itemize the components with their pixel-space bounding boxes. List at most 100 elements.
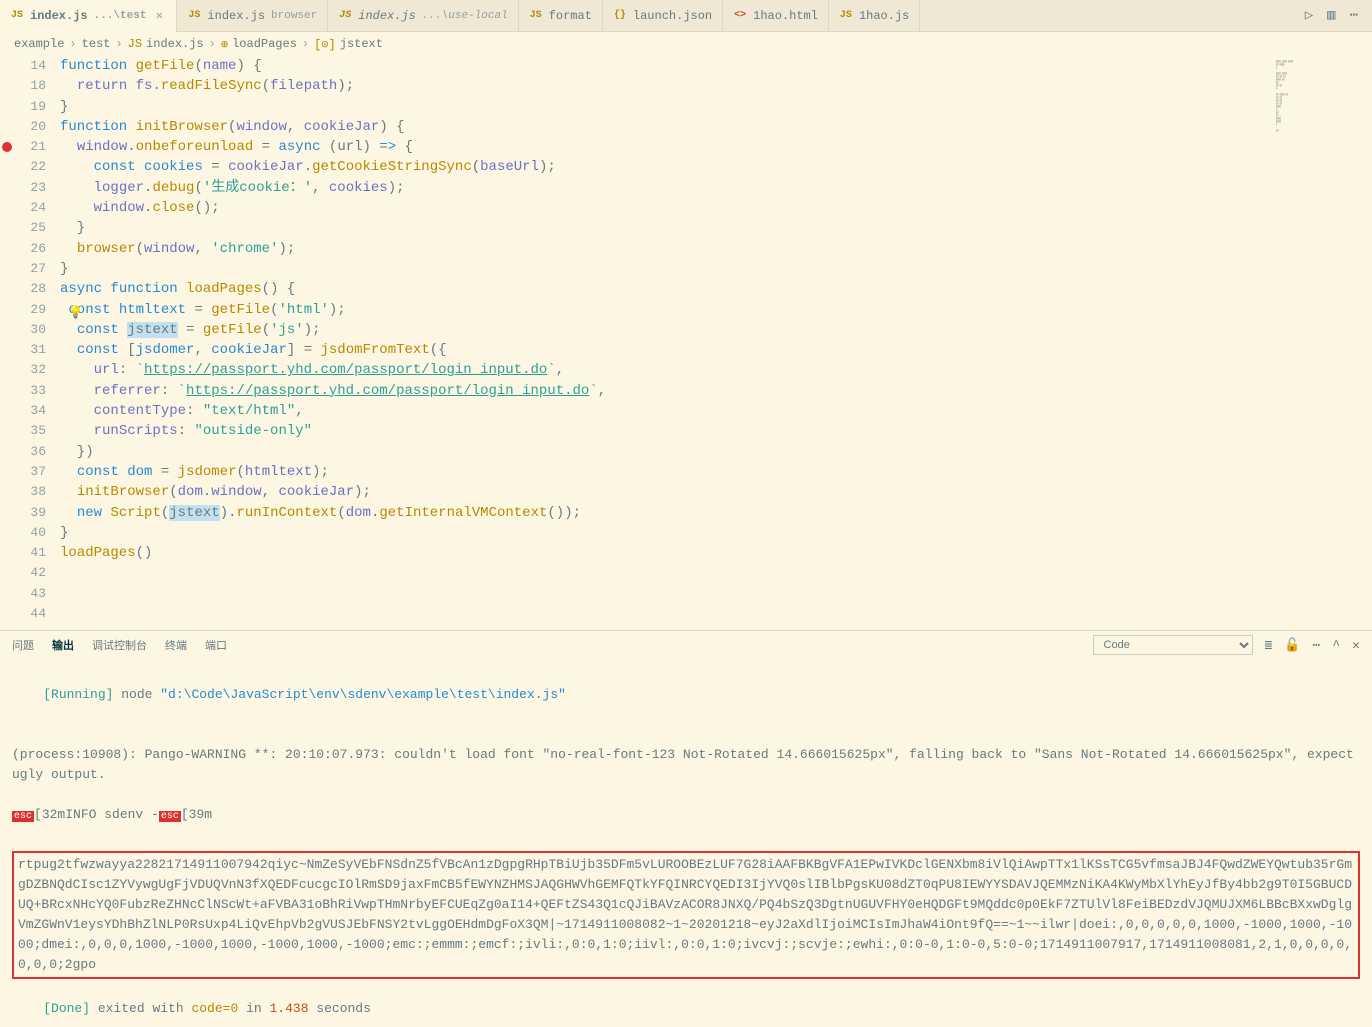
tab-path: browser [271,10,317,22]
output-channel-select[interactable]: Code [1093,635,1253,655]
code-line[interactable]: const cookies = cookieJar.getCookieStrin… [60,157,1372,177]
code-line[interactable]: runScripts: "outside-only" [60,421,1372,441]
chevron-up-icon[interactable]: ^ [1332,638,1340,653]
code-line[interactable]: new Script(jstext).runInContext(dom.getI… [60,503,1372,523]
line-number[interactable]: 19 [14,97,46,117]
filter-icon[interactable]: ≣ [1265,638,1273,653]
line-number[interactable]: 20 [14,117,46,137]
editor-tab[interactable]: JSformat [519,0,603,32]
editor-tab[interactable]: JSindex.js...\test✕ [0,0,177,32]
code-line[interactable]: initBrowser(dom.window, cookieJar); [60,482,1372,502]
line-number[interactable]: 29 [14,300,46,320]
warning-text: (process:10908): Pango-WARNING **: 20:10… [12,747,1362,782]
code-line[interactable]: window.onbeforeunload = async (url) => { [60,137,1372,157]
line-number[interactable]: 24 [14,198,46,218]
code-line[interactable]: }) [60,442,1372,462]
breadcrumb-item[interactable]: [⊙]jstext [314,37,383,52]
panel-tab-problems[interactable]: 问题 [12,637,34,653]
line-number[interactable]: 37 [14,462,46,482]
lightbulb-icon[interactable]: 💡 [68,303,83,323]
line-number[interactable]: 40 [14,523,46,543]
line-number[interactable]: 35 [14,421,46,441]
editor-tab[interactable]: <>1hao.html [723,0,829,32]
line-number[interactable]: 33 [14,381,46,401]
line-number[interactable]: 18 [14,76,46,96]
code-line[interactable]: logger.debug('生成cookie：', cookies); [60,178,1372,198]
chevron-right-icon: › [115,37,122,51]
line-number[interactable]: 27 [14,259,46,279]
output-highlighted-box: rtpug2tfwzwayya22821714911007942qiyc~NmZ… [12,851,1360,979]
code-line[interactable]: } [60,259,1372,279]
code-line[interactable]: loadPages() [60,543,1372,563]
editor[interactable]: 1418192021222324252627282930313233343536… [0,56,1372,630]
code-line[interactable]: referrer: `https://passport.yhd.com/pass… [60,381,1372,401]
line-number[interactable]: 36 [14,442,46,462]
tab-label: index.js [358,9,416,23]
code-line[interactable]: const jstext = getFile('js'); [60,320,1372,340]
editor-tab[interactable]: JSindex.js...\use-local [328,0,518,32]
breadcrumb-item[interactable]: ⊕loadPages [221,37,297,52]
line-number-gutter[interactable]: 1418192021222324252627282930313233343536… [14,56,60,630]
breadcrumb-item[interactable]: test [82,37,111,51]
code-line[interactable]: } [60,523,1372,543]
line-number[interactable]: 31 [14,340,46,360]
line-number[interactable]: 44 [14,604,46,624]
line-number[interactable]: 30 [14,320,46,340]
line-number[interactable]: 32 [14,360,46,380]
code-line[interactable]: function initBrowser(window, cookieJar) … [60,117,1372,137]
code-line[interactable]: } [60,218,1372,238]
chevron-right-icon: › [69,37,76,51]
code-line[interactable]: const dom = jsdomer(htmltext); [60,462,1372,482]
code-line[interactable]: async function loadPages() { [60,279,1372,299]
lock-icon[interactable]: 🔓 [1284,638,1300,653]
close-icon[interactable]: ✕ [1352,638,1360,653]
line-number[interactable]: 14 [14,56,46,76]
line-number[interactable]: 22 [14,157,46,177]
line-number[interactable]: 43 [14,584,46,604]
split-icon[interactable]: ▥ [1327,7,1335,24]
file-icon: JS [338,9,352,23]
editor-tab[interactable]: JSindex.jsbrowser [177,0,328,32]
editor-tab[interactable]: {}launch.json [603,0,723,32]
panel-tab-ports[interactable]: 端口 [205,637,227,653]
minimap-lines: ████ ████ ██████ █████████ ██████ ██ ███… [1272,56,1372,136]
breadcrumb-item[interactable]: example [14,37,64,51]
code-line[interactable]: const [jsdomer, cookieJar] = jsdomFromTe… [60,340,1372,360]
code-line[interactable]: browser(window, 'chrome'); [60,239,1372,259]
code-line[interactable]: url: `https://passport.yhd.com/passport/… [60,360,1372,380]
editor-tab[interactable]: JS1hao.js [829,0,920,32]
run-icon[interactable]: ▷ [1305,7,1313,24]
line-number[interactable]: 26 [14,239,46,259]
file-icon: JS [529,9,543,23]
line-number[interactable]: 25 [14,218,46,238]
minimap[interactable]: ████ ████ ██████ █████████ ██████ ██ ███… [1272,56,1372,630]
code-line[interactable]: return fs.readFileSync(filepath); [60,76,1372,96]
line-number[interactable]: 23 [14,178,46,198]
breakpoint-gutter[interactable] [0,56,14,630]
code-line[interactable]: window.close(); [60,198,1372,218]
line-number[interactable]: 41 [14,543,46,563]
code-area[interactable]: function getFile(name) { return fs.readF… [60,56,1372,630]
code-line[interactable]: function getFile(name) { [60,56,1372,76]
line-number[interactable]: 39 [14,503,46,523]
panel-tab-terminal[interactable]: 终端 [165,637,187,653]
line-number[interactable]: 34 [14,401,46,421]
line-number[interactable]: 38 [14,482,46,502]
breakpoint-icon[interactable] [2,142,12,152]
panel-tab-output[interactable]: 输出 [52,637,74,653]
more-icon[interactable]: ⋯ [1350,7,1358,24]
breadcrumb-item[interactable]: JSindex.js [128,37,204,51]
bottom-panel: 问题 输出 调试控制台 终端 端口 Code ≣ 🔓 ⋯ ^ ✕ [Runnin… [0,630,1372,1027]
line-number[interactable]: 42 [14,563,46,583]
output-body[interactable]: [Running] node "d:\Code\JavaScript\env\s… [0,659,1372,1027]
line-number[interactable]: 28 [14,279,46,299]
code-line[interactable]: 💡 const htmltext = getFile('html'); [60,300,1372,320]
tab-label: 1hao.js [859,9,909,23]
panel-tab-debug[interactable]: 调试控制台 [92,637,147,653]
close-icon[interactable]: ✕ [152,9,166,23]
more-icon[interactable]: ⋯ [1313,638,1321,653]
code-line[interactable]: contentType: "text/html", [60,401,1372,421]
code-line[interactable]: } [60,97,1372,117]
tab-label: index.js [30,9,88,23]
line-number[interactable]: 21 [14,137,46,157]
